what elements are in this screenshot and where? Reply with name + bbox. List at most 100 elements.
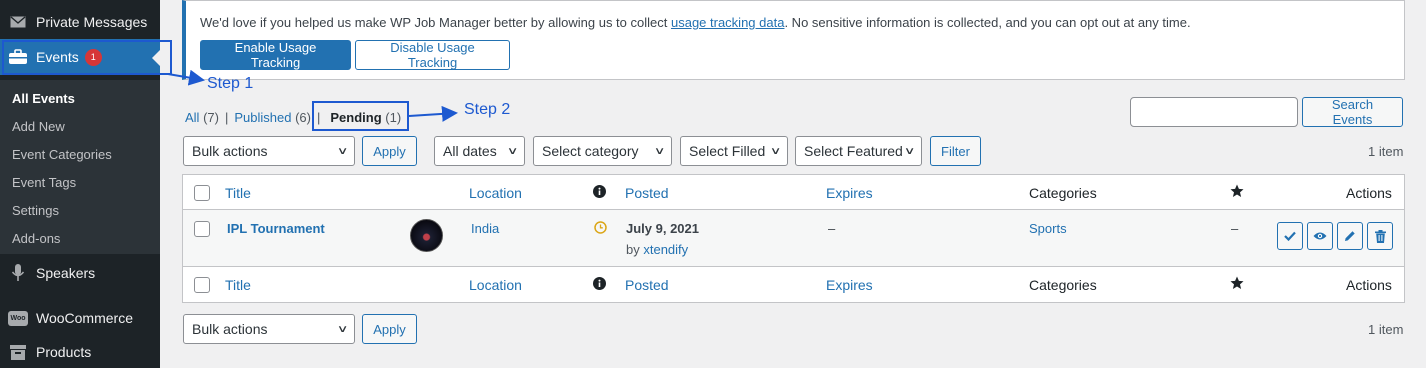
- select-all-checkbox[interactable]: [194, 185, 210, 201]
- woo-icon: Woo: [0, 310, 36, 326]
- usage-tracking-notice: We'd love if you helped us make WP Job M…: [182, 0, 1405, 80]
- chevron-down-icon: ∨: [336, 145, 349, 157]
- submenu-add-ons[interactable]: Add-ons: [0, 225, 160, 253]
- column-categories: Categories: [1029, 277, 1097, 293]
- menu-private-messages-label: Private Messages: [36, 14, 148, 30]
- pending-clock-icon: [594, 221, 607, 237]
- featured-filter-select[interactable]: Select Featured ∨: [795, 136, 922, 166]
- bulk-actions-select-top[interactable]: Bulk actions ∨: [183, 136, 355, 166]
- bulk-actions-select-bottom[interactable]: Bulk actions ∨: [183, 314, 355, 344]
- menu-speakers[interactable]: Speakers: [0, 256, 160, 290]
- notice-text-start: We'd love if you helped us make WP Job M…: [200, 15, 671, 30]
- star-icon: [1230, 184, 1244, 201]
- items-count-bottom: 1 item: [1368, 322, 1404, 337]
- submenu-all-events[interactable]: All Events: [0, 85, 160, 113]
- eye-icon: [1313, 232, 1327, 240]
- apply-button-bottom[interactable]: Apply: [362, 314, 417, 344]
- edit-button[interactable]: [1337, 222, 1363, 250]
- submenu-event-tags[interactable]: Event Tags: [0, 169, 160, 197]
- menu-products[interactable]: Products: [0, 335, 160, 368]
- table-row: IPL Tournament India July 9, 2021 by xte…: [183, 210, 1404, 267]
- column-title[interactable]: Title: [225, 277, 251, 293]
- events-submenu: All Events Add New Event Categories Even…: [0, 80, 160, 254]
- enable-usage-tracking-button[interactable]: Enable Usage Tracking: [200, 40, 351, 70]
- filled-filter-value: Select Filled: [689, 143, 766, 159]
- column-actions: Actions: [1346, 277, 1392, 293]
- menu-woocommerce-label: WooCommerce: [36, 310, 133, 326]
- approve-button[interactable]: [1277, 222, 1303, 250]
- menu-private-messages[interactable]: Private Messages: [0, 5, 160, 39]
- bulk-actions-value: Bulk actions: [192, 321, 268, 337]
- view-button[interactable]: [1307, 222, 1333, 250]
- items-count-top: 1 item: [1368, 144, 1404, 159]
- chevron-down-icon: ∨: [653, 145, 666, 157]
- menu-speakers-label: Speakers: [36, 265, 96, 281]
- featured-value: –: [1231, 221, 1239, 236]
- featured-filter-value: Select Featured: [804, 143, 903, 159]
- chevron-down-icon: ∨: [903, 145, 916, 157]
- category-link[interactable]: Sports: [1029, 221, 1067, 236]
- table-footer-row: Title Location Posted Expires Categories…: [183, 267, 1404, 302]
- date-filter-value: All dates: [443, 143, 497, 159]
- trash-icon: [1374, 229, 1386, 243]
- notice-text: We'd love if you helped us make WP Job M…: [200, 15, 1404, 30]
- view-separator: |: [224, 110, 229, 125]
- submenu-add-new[interactable]: Add New: [0, 113, 160, 141]
- select-all-checkbox-bottom[interactable]: [194, 277, 210, 293]
- bulk-actions-value: Bulk actions: [192, 143, 268, 159]
- view-published[interactable]: Published (6): [234, 110, 311, 125]
- column-location[interactable]: Location: [469, 277, 522, 293]
- submenu-settings[interactable]: Settings: [0, 197, 160, 225]
- step1-highlight-box: [2, 40, 172, 75]
- delete-button[interactable]: [1367, 222, 1393, 250]
- date-filter-select[interactable]: All dates ∨: [434, 136, 525, 166]
- notice-text-end: . No sensitive information is collected,…: [784, 15, 1191, 30]
- step2-highlight-box: [312, 101, 409, 131]
- events-table: Title Location Posted Expires Categories…: [182, 174, 1405, 303]
- microphone-icon: [0, 264, 36, 282]
- category-filter-value: Select category: [542, 143, 639, 159]
- pencil-icon: [1345, 231, 1355, 241]
- submenu-event-categories[interactable]: Event Categories: [0, 141, 160, 169]
- search-events-button[interactable]: Search Events: [1302, 97, 1403, 127]
- expires-value: –: [828, 221, 836, 236]
- row-checkbox[interactable]: [194, 221, 210, 237]
- column-posted[interactable]: Posted: [625, 185, 669, 201]
- filter-button[interactable]: Filter: [930, 136, 981, 166]
- column-location[interactable]: Location: [469, 185, 522, 201]
- info-icon: [593, 185, 606, 201]
- view-all[interactable]: All (7): [185, 110, 219, 125]
- star-icon: [1230, 276, 1244, 293]
- info-icon: [593, 277, 606, 293]
- posted-by-prefix: by: [626, 242, 640, 257]
- archive-box-icon: [0, 344, 36, 360]
- usage-tracking-link[interactable]: usage tracking data: [671, 15, 784, 30]
- author-link[interactable]: xtendify: [643, 242, 688, 257]
- event-location-link[interactable]: India: [471, 221, 499, 236]
- column-expires[interactable]: Expires: [826, 277, 873, 293]
- column-posted[interactable]: Posted: [625, 277, 669, 293]
- column-categories: Categories: [1029, 185, 1097, 201]
- event-thumbnail: [410, 219, 443, 252]
- filled-filter-select[interactable]: Select Filled ∨: [680, 136, 788, 166]
- step1-label: Step 1: [207, 75, 254, 92]
- chevron-down-icon: ∨: [769, 145, 782, 157]
- posted-date: July 9, 2021: [626, 221, 699, 236]
- disable-usage-tracking-button[interactable]: Disable Usage Tracking: [355, 40, 510, 70]
- table-header-row: Title Location Posted Expires Categories…: [183, 175, 1404, 210]
- chevron-down-icon: ∨: [506, 145, 519, 157]
- apply-button-top[interactable]: Apply: [362, 136, 417, 166]
- menu-products-label: Products: [36, 344, 92, 360]
- posted-by: by xtendify: [626, 242, 688, 257]
- column-actions: Actions: [1346, 185, 1392, 201]
- chevron-down-icon: ∨: [336, 323, 349, 335]
- column-expires[interactable]: Expires: [826, 185, 873, 201]
- search-input[interactable]: [1130, 97, 1298, 127]
- checkmark-icon: [1284, 231, 1296, 241]
- step2-label: Step 2: [464, 101, 511, 118]
- column-title[interactable]: Title: [225, 185, 251, 201]
- menu-woocommerce[interactable]: Woo WooCommerce: [0, 301, 160, 335]
- envelope-icon: [0, 16, 36, 28]
- category-filter-select[interactable]: Select category ∨: [533, 136, 672, 166]
- event-title-link[interactable]: IPL Tournament: [227, 221, 325, 236]
